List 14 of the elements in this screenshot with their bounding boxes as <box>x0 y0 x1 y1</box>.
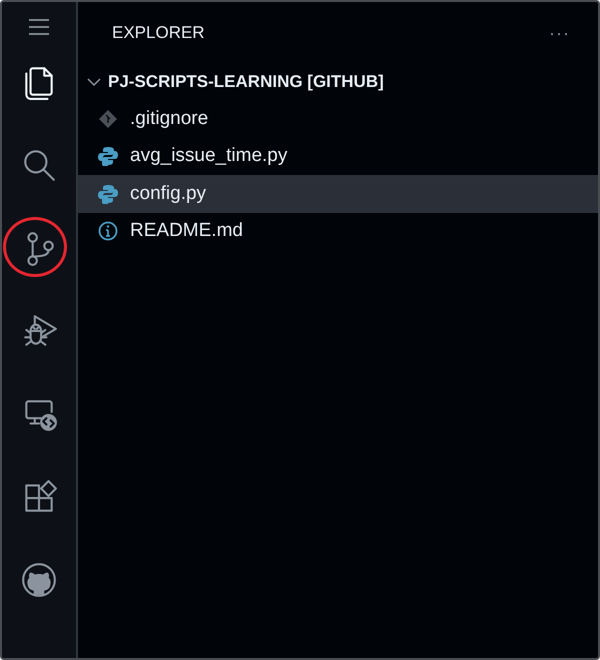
python-icon <box>98 184 118 204</box>
file-item[interactable]: README.md <box>78 212 598 250</box>
folder-row[interactable]: PJ-SCRIPTS-LEARNING [GITHUB] <box>78 64 598 100</box>
file-item[interactable]: avg_issue_time.py <box>78 138 598 175</box>
info-icon <box>98 221 118 242</box>
more-actions-button[interactable]: ··· <box>549 22 570 44</box>
panel-title: EXPLORER <box>112 23 205 43</box>
menu-icon[interactable] <box>28 18 50 36</box>
file-item[interactable]: .gitignore <box>78 100 598 138</box>
git-icon <box>98 108 118 129</box>
github-icon[interactable] <box>20 560 58 598</box>
folder-name: PJ-SCRIPTS-LEARNING [GITHUB] <box>108 72 384 92</box>
file-item[interactable]: config.py <box>78 175 598 212</box>
python-icon <box>98 146 118 166</box>
